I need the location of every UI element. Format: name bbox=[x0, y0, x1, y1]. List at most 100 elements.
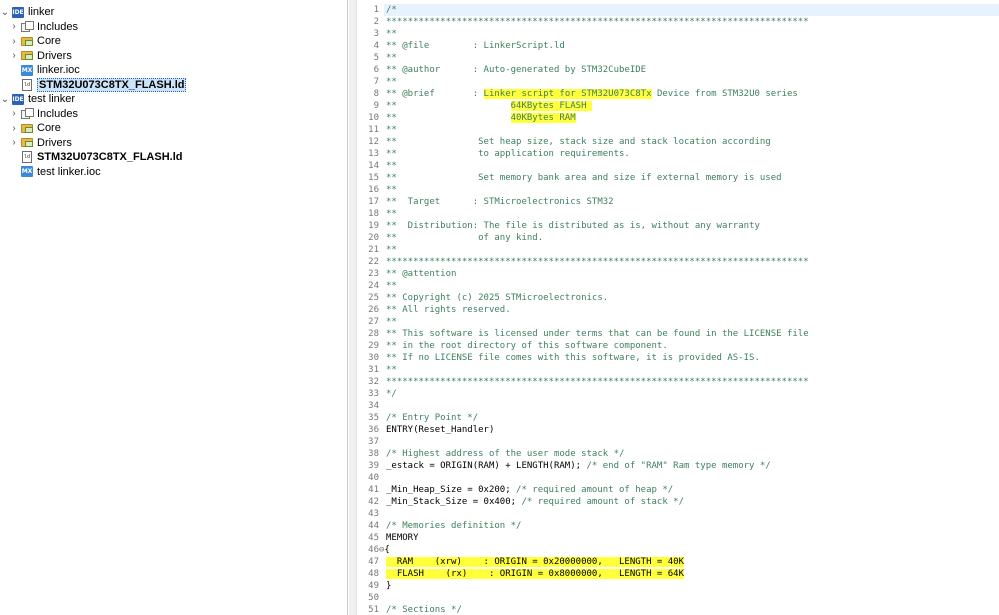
chevron-right-icon[interactable]: › bbox=[9, 35, 19, 47]
code-line[interactable]: 49} bbox=[357, 580, 999, 592]
tree-item[interactable]: › Core bbox=[0, 121, 348, 136]
code-line[interactable]: 33 */ bbox=[357, 388, 999, 400]
code-line[interactable]: 4 ** @file : LinkerScript.ld bbox=[357, 40, 999, 52]
code-line[interactable]: 31 ** bbox=[357, 364, 999, 376]
code-line[interactable]: 44 /* Memories definition */ bbox=[357, 520, 999, 532]
tree-item[interactable]: › Drivers bbox=[0, 136, 348, 151]
code-line[interactable]: 3 ** bbox=[357, 28, 999, 40]
line-number: 4 bbox=[373, 41, 379, 51]
code-comment: /* required amount of heap */ bbox=[516, 485, 674, 495]
code-line[interactable]: 17 ** Target : STMicroelectronics STM32 bbox=[357, 196, 999, 208]
line-number: 28 bbox=[368, 329, 379, 339]
code-line[interactable]: 41 _Min_Heap_Size = 0x200; /* required am… bbox=[357, 484, 999, 496]
code-line[interactable]: 51 /* Sections */ bbox=[357, 604, 999, 615]
line-number: 8 bbox=[373, 89, 379, 99]
tree-item-label: Drivers bbox=[37, 49, 72, 62]
code-text: ** @attention bbox=[386, 269, 457, 279]
line-number: 13 bbox=[368, 149, 379, 159]
tree-item[interactable]: › Drivers bbox=[0, 49, 348, 64]
code-text: /* Memories definition */ bbox=[386, 521, 522, 531]
code-line[interactable]: 2 ***************************************… bbox=[357, 16, 999, 28]
code-text: _Min_Stack_Size = 0x400; bbox=[386, 497, 522, 507]
code-line[interactable]: 12 ** Set heap size, stack size and stack… bbox=[357, 136, 999, 148]
chevron-right-icon[interactable]: › bbox=[9, 50, 19, 62]
code-line[interactable]: 22 **************************************… bbox=[357, 256, 999, 268]
chevron-down-icon[interactable]: ⌄ bbox=[0, 93, 10, 105]
code-line[interactable]: 10 ** 40KBytes RAM bbox=[357, 112, 999, 124]
tree-item-label: Includes bbox=[37, 20, 78, 33]
chevron-right-icon[interactable]: › bbox=[9, 108, 19, 120]
code-line[interactable]: 42 _Min_Stack_Size = 0x400; /* required a… bbox=[357, 496, 999, 508]
code-line[interactable]: 26 ** All rights reserved. bbox=[357, 304, 999, 316]
chevron-down-icon[interactable]: ⌄ bbox=[0, 6, 10, 18]
code-line[interactable]: 50 bbox=[357, 592, 999, 604]
tree-item[interactable]: STM32U073C8TX_FLASH.ld bbox=[0, 150, 348, 165]
code-line[interactable]: 37 bbox=[357, 436, 999, 448]
code-line[interactable]: 47 RAM (xrw) : ORIGIN = 0x20000000, LENG… bbox=[357, 556, 999, 568]
code-line[interactable]: 9 ** 64KBytes FLASH bbox=[357, 100, 999, 112]
code-text: ** Target : STMicroelectronics STM32 bbox=[386, 197, 614, 207]
line-number: 49 bbox=[368, 581, 379, 591]
tree-item[interactable]: MX linker.ioc bbox=[0, 63, 348, 78]
tree-item[interactable]: STM32U073C8TX_FLASH.ld bbox=[0, 77, 348, 93]
code-line[interactable]: 16 ** bbox=[357, 184, 999, 196]
tree-item[interactable]: › Core bbox=[0, 34, 348, 49]
code-text: ** All rights reserved. bbox=[386, 305, 511, 315]
code-line[interactable]: 5 ** bbox=[357, 52, 999, 64]
code-line[interactable]: 45 MEMORY bbox=[357, 532, 999, 544]
code-line[interactable]: 32 **************************************… bbox=[357, 376, 999, 388]
code-line[interactable]: 23 ** @attention bbox=[357, 268, 999, 280]
code-line[interactable]: 43 bbox=[357, 508, 999, 520]
code-line[interactable]: 34 bbox=[357, 400, 999, 412]
tree-item[interactable]: ⌄ IDE test linker bbox=[0, 92, 348, 107]
code-line[interactable]: 38 /* Highest address of the user mode st… bbox=[357, 448, 999, 460]
chevron-right-icon[interactable]: › bbox=[9, 122, 19, 134]
tree-item[interactable]: ⌄ IDE linker bbox=[0, 5, 348, 20]
tree-item[interactable]: › Includes bbox=[0, 107, 348, 122]
code-line[interactable]: 11 ** bbox=[357, 124, 999, 136]
code-line[interactable]: 30 ** If no LICENSE file comes with this … bbox=[357, 352, 999, 364]
chevron-right-icon[interactable]: › bbox=[9, 21, 19, 33]
code-line[interactable]: 25 ** Copyright (c) 2025 STMicroelectroni… bbox=[357, 292, 999, 304]
code-line[interactable]: 40 bbox=[357, 472, 999, 484]
code-line[interactable]: 13 ** to application requirements. bbox=[357, 148, 999, 160]
code-line[interactable]: 28 ** This software is licensed under ter… bbox=[357, 328, 999, 340]
code-line[interactable]: 35 /* Entry Point */ bbox=[357, 412, 999, 424]
code-line[interactable]: 29 ** in the root directory of this softw… bbox=[357, 340, 999, 352]
code-text: ** This software is licensed under terms… bbox=[386, 329, 809, 339]
line-number: 15 bbox=[368, 173, 379, 183]
highlighted-text: 64KBytes FLASH bbox=[510, 101, 592, 111]
code-text: Device from STM32U0 series bbox=[651, 89, 798, 99]
chevron-right-icon[interactable]: › bbox=[9, 137, 19, 149]
code-line[interactable]: 15 ** Set memory bank area and size if ex… bbox=[357, 172, 999, 184]
line-number: 20 bbox=[368, 233, 379, 243]
folder-icon bbox=[21, 122, 33, 134]
line-number: 14 bbox=[368, 161, 379, 171]
line-number: 48 bbox=[368, 569, 379, 579]
code-line[interactable]: 39 _estack = ORIGIN(RAM) + LENGTH(RAM); /… bbox=[357, 460, 999, 472]
code-text: ** Set heap size, stack size and stack l… bbox=[386, 137, 771, 147]
code-line[interactable]: 18 ** bbox=[357, 208, 999, 220]
code-line[interactable]: 19 ** Distribution: The file is distribut… bbox=[357, 220, 999, 232]
code-line[interactable]: 48 FLASH (rx) : ORIGIN = 0x8000000, LENG… bbox=[357, 568, 999, 580]
tree-item[interactable]: › Includes bbox=[0, 20, 348, 35]
code-line[interactable]: 6 ** @author : Auto-generated by STM32Cub… bbox=[357, 64, 999, 76]
code-line[interactable]: 21 ** bbox=[357, 244, 999, 256]
code-line[interactable]: 46⊖{ bbox=[357, 544, 999, 556]
code-text: ** Set memory bank area and size if exte… bbox=[386, 173, 782, 183]
code-line[interactable]: 8 ** @brief : Linker script for STM32U073… bbox=[357, 88, 999, 100]
code-line[interactable]: 7 ** bbox=[357, 76, 999, 88]
line-number: 1 bbox=[373, 5, 379, 15]
code-line[interactable]: 27 ** bbox=[357, 316, 999, 328]
tree-item[interactable]: MX test linker.ioc bbox=[0, 165, 348, 180]
line-number: 18 bbox=[368, 209, 379, 219]
code-line[interactable]: 14 ** bbox=[357, 160, 999, 172]
line-number: 42 bbox=[368, 497, 379, 507]
code-line[interactable]: 24 ** bbox=[357, 280, 999, 292]
tree-item-label: STM32U073C8TX_FLASH.ld bbox=[37, 77, 187, 92]
code-line[interactable]: 36 ENTRY(Reset_Handler) bbox=[357, 424, 999, 436]
code-line[interactable]: 20 ** of any kind. bbox=[357, 232, 999, 244]
code-line[interactable]: 1 /* bbox=[357, 4, 999, 16]
